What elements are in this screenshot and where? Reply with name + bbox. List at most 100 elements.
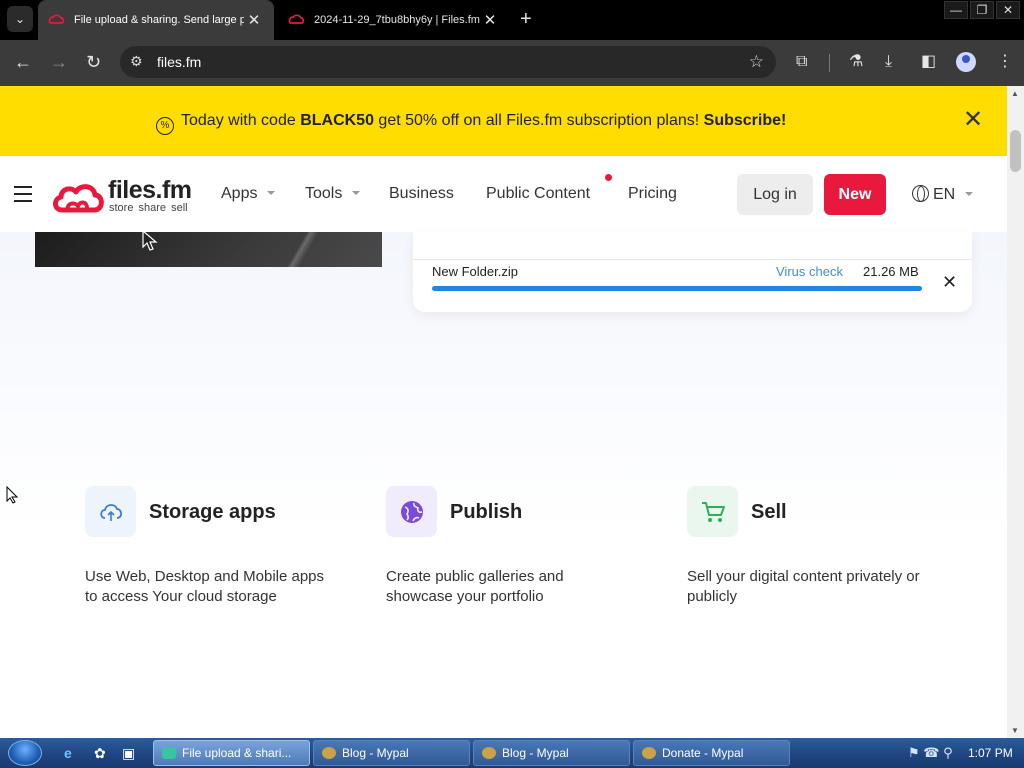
menu-kebab-icon[interactable]: ⋮: [997, 53, 1013, 71]
taskbar-clock[interactable]: 1:07 PM: [968, 746, 1013, 760]
promo-banner: % Today with code BLACK50 get 50% off on …: [0, 86, 1007, 156]
nav-business[interactable]: Business: [389, 185, 454, 203]
cancel-upload-icon[interactable]: ✕: [942, 272, 957, 293]
globe-icon: [912, 185, 929, 202]
tab-files-upload[interactable]: File upload & sharing. Send large pl ✕: [38, 0, 274, 40]
feature-description: Sell your digital content privately or p…: [687, 568, 920, 605]
browser-tab-strip: ⌄ File upload & sharing. Send large pl ✕…: [0, 0, 1024, 40]
cart-icon: [701, 501, 725, 522]
promo-text: % Today with code BLACK50 get 50% off on …: [156, 112, 786, 135]
window-controls: — ❐ ✕: [944, 1, 1020, 19]
taskbar-window-title: Blog - Mypal: [502, 746, 569, 760]
browser-toolbar: ← → ↻ ⚙ files.fm ☆ ⧉ ⚗ ⤓ ◧ ⋮: [0, 40, 1024, 86]
card-divider: [413, 259, 972, 260]
hamburger-menu-icon[interactable]: [14, 186, 32, 207]
taskbar-window-donate[interactable]: Donate - Mypal: [633, 740, 790, 766]
back-icon[interactable]: ←: [14, 52, 32, 72]
toolbar-separator: [829, 54, 830, 72]
address-bar[interactable]: ⚙ files.fm ☆: [120, 46, 776, 78]
start-button[interactable]: [8, 740, 42, 766]
mypal-icon: [482, 747, 496, 759]
tab-close-icon[interactable]: ✕: [480, 11, 500, 29]
video-frame-detail: [275, 232, 335, 267]
login-button[interactable]: Log in: [737, 174, 813, 215]
tab-title: File upload & sharing. Send large pl: [74, 14, 244, 26]
upload-card: New Folder.zip Virus check 21.26 MB ✕: [413, 232, 972, 312]
download-icon[interactable]: ⤓: [885, 53, 892, 71]
virus-check-link[interactable]: Virus check: [776, 264, 843, 279]
chevron-down-icon: ⌄: [14, 12, 26, 26]
windows-taskbar: e ✿ ▣ File upload & shari... Blog - Mypa…: [0, 738, 1024, 768]
taskbar-window-blog-2[interactable]: Blog - Mypal: [473, 740, 630, 766]
nav-public-content[interactable]: Public Content: [486, 185, 590, 203]
notification-dot: [605, 174, 612, 181]
feature-icon-box: [85, 486, 136, 537]
logo-tagline: store share sell: [109, 202, 188, 214]
page-scrollbar[interactable]: ▲ ▼: [1007, 86, 1024, 738]
files-fm-logo[interactable]: files.fm store share sell: [52, 176, 202, 218]
nav-label: Apps: [221, 185, 258, 202]
tab-title: 2024-11-29_7tbu8bhy6y | Files.fm: [314, 14, 480, 26]
scroll-up-icon[interactable]: ▲: [1011, 89, 1019, 98]
scroll-down-icon[interactable]: ▼: [1011, 726, 1019, 735]
cloud-logo-icon: [53, 184, 104, 213]
tab-search-button[interactable]: ⌄: [7, 6, 33, 32]
close-icon[interactable]: ✕: [963, 108, 983, 132]
mypal-icon: [322, 747, 336, 759]
files-fm-favicon-icon: [288, 14, 305, 24]
close-window-icon[interactable]: ✕: [996, 1, 1020, 19]
forward-icon[interactable]: →: [50, 52, 68, 72]
nav-tools[interactable]: Tools: [305, 185, 361, 203]
window-app-icon: [162, 747, 176, 759]
mypal-icon: [642, 747, 656, 759]
reload-icon[interactable]: ↻: [86, 52, 101, 72]
side-panel-icon[interactable]: ◧: [921, 53, 936, 71]
site-header: files.fm store share sell Apps Tools Bus…: [0, 156, 1007, 232]
mypal-browser-icon[interactable]: ✿: [94, 745, 106, 762]
discount-badge-icon: %: [156, 117, 174, 135]
internet-explorer-icon[interactable]: e: [64, 745, 72, 761]
url-text: files.fm: [157, 54, 202, 70]
system-tray: ⚑ ☎ ⚲ 1:07 PM: [904, 738, 1024, 768]
feature-icon-box: [386, 486, 437, 537]
feature-title: Storage apps: [149, 501, 276, 523]
profile-avatar[interactable]: [956, 52, 976, 72]
nav-pricing[interactable]: Pricing: [628, 185, 677, 203]
tab-close-icon[interactable]: ✕: [244, 11, 264, 29]
feature-title: Sell: [751, 501, 787, 523]
uploaded-file-name: New Folder.zip: [432, 264, 518, 279]
page-viewport: % Today with code BLACK50 get 50% off on …: [0, 86, 1007, 738]
tray-icons[interactable]: ⚑ ☎ ⚲: [908, 745, 953, 761]
bookmark-star-icon[interactable]: ☆: [749, 52, 764, 72]
language-code: EN: [933, 186, 956, 203]
logo-name: files.fm: [108, 176, 192, 204]
feature-description: Use Web, Desktop and Mobile apps to acce…: [85, 568, 325, 605]
labs-flask-icon[interactable]: ⚗: [849, 53, 863, 71]
upload-progress-fill: [432, 286, 922, 291]
scrollbar-thumb[interactable]: [1010, 130, 1021, 172]
extensions-icon[interactable]: ⧉: [796, 53, 807, 71]
promo-middle: get 50% off on all Files.fm subscription…: [373, 112, 704, 129]
taskbar-window-title: File upload & shari...: [182, 746, 292, 760]
mouse-cursor-icon: [142, 232, 158, 251]
promo-code: BLACK50: [300, 112, 374, 129]
new-tab-icon[interactable]: +: [520, 9, 532, 29]
restore-icon[interactable]: ❐: [970, 1, 994, 19]
taskbar-window-blog[interactable]: Blog - Mypal: [313, 740, 470, 766]
tab-files-folder[interactable]: 2024-11-29_7tbu8bhy6y | Files.fm ✕: [278, 0, 510, 40]
nav-apps[interactable]: Apps: [221, 185, 276, 203]
site-info-icon[interactable]: ⚙: [130, 53, 143, 70]
taskbar-window-files-upload[interactable]: File upload & shari...: [153, 740, 310, 766]
new-button[interactable]: New: [824, 174, 886, 215]
video-thumbnail[interactable]: [35, 232, 382, 267]
language-selector[interactable]: EN: [912, 185, 974, 204]
subscribe-link[interactable]: Subscribe!: [704, 112, 787, 129]
promo-prefix: Today with code: [181, 112, 301, 129]
show-desktop-icon[interactable]: ▣: [122, 745, 135, 762]
taskbar-window-title: Donate - Mypal: [662, 746, 744, 760]
feature-icon-box: [687, 486, 738, 537]
caret-down-icon: [352, 191, 361, 195]
files-fm-favicon-icon: [48, 14, 65, 24]
feature-description: Create public galleries and showcase you…: [386, 568, 564, 605]
minimize-icon[interactable]: —: [944, 1, 968, 19]
